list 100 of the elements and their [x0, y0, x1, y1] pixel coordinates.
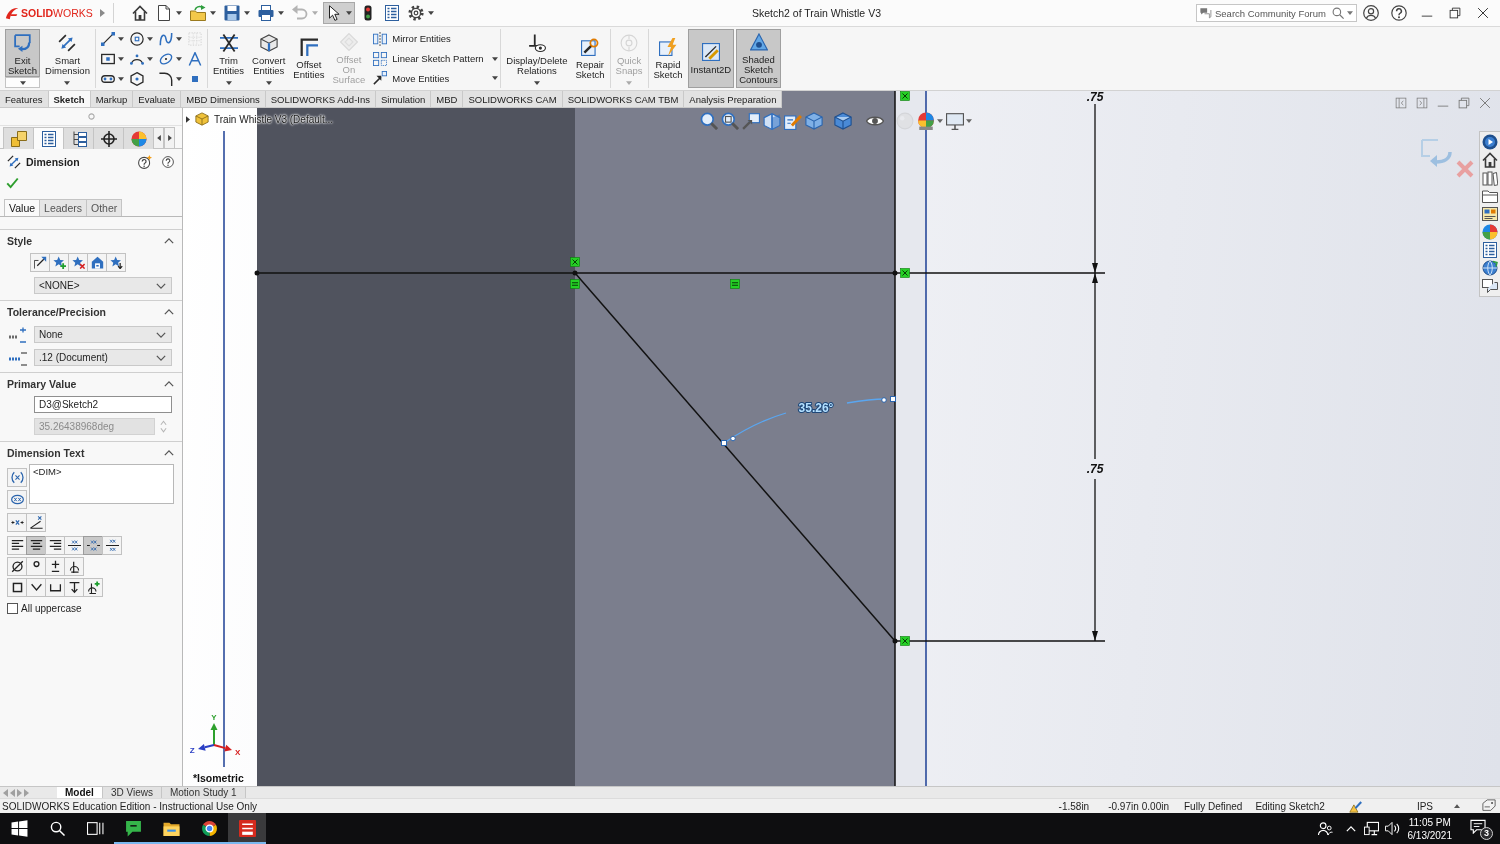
- people-icon[interactable]: [1317, 821, 1333, 836]
- ribbon-button[interactable]: Linear Sketch Pattern: [370, 50, 487, 67]
- style-dropdown[interactable]: <NONE>: [34, 277, 172, 294]
- folder-icon[interactable]: [1482, 188, 1498, 204]
- equal-marker-icon[interactable]: [730, 279, 740, 289]
- tool-button[interactable]: [26, 557, 46, 576]
- help-icon[interactable]: [162, 156, 174, 168]
- house-icon[interactable]: [1482, 152, 1498, 168]
- view-toolbar-button[interactable]: [700, 111, 718, 131]
- monitor-icon[interactable]: [1363, 821, 1379, 836]
- name-field[interactable]: D3@Sketch2: [34, 396, 172, 413]
- check-icon[interactable]: [6, 177, 19, 189]
- panel-tab[interactable]: Leaders: [39, 199, 88, 216]
- search-field[interactable]: Search Community Forum: [1196, 4, 1357, 22]
- ribbon-button[interactable]: Trim Entities: [209, 29, 248, 77]
- endpoint-icon[interactable]: [892, 270, 898, 276]
- relation-marker-icon[interactable]: [900, 91, 910, 101]
- tool-button[interactable]: [64, 557, 84, 576]
- tool-button[interactable]: [64, 578, 84, 597]
- tool-button[interactable]: [45, 557, 65, 576]
- chevron-up-icon[interactable]: [164, 309, 174, 315]
- tool-button[interactable]: [30, 253, 50, 272]
- view-toolbar-button[interactable]: [721, 111, 739, 131]
- scroll-left-button[interactable]: [153, 127, 164, 149]
- tool-button[interactable]: [83, 578, 103, 597]
- caret-down-icon[interactable]: [19, 80, 26, 85]
- tool-button[interactable]: [102, 536, 122, 555]
- equal-marker-icon[interactable]: [570, 279, 580, 289]
- tool-button[interactable]: [106, 253, 126, 272]
- tool-button[interactable]: [26, 536, 46, 555]
- clock-button[interactable]: 11:05 PM 6/13/2021: [1399, 813, 1460, 844]
- scroll-right-button[interactable]: [164, 127, 175, 149]
- ribbon-button[interactable]: Repair Sketch: [572, 29, 608, 88]
- panel-tab[interactable]: Other: [86, 199, 123, 216]
- tool-button[interactable]: [64, 536, 84, 555]
- ribbon-button[interactable]: Shaded Sketch Contours: [736, 29, 781, 88]
- ribbon-button[interactable]: Mirror Entities: [370, 30, 454, 47]
- tolerance-dropdown[interactable]: None: [34, 326, 172, 343]
- ribbon-button[interactable]: Offset Entities: [290, 29, 328, 88]
- text-area[interactable]: <DIM>: [29, 464, 174, 504]
- endpoint-icon[interactable]: [254, 270, 260, 276]
- drawing-sheet-icon[interactable]: [1482, 206, 1498, 222]
- endpoint-icon[interactable]: [892, 638, 898, 644]
- manager-tab[interactable]: [63, 127, 94, 149]
- manager-tab[interactable]: [93, 127, 124, 149]
- caret-right-icon[interactable]: [100, 9, 105, 17]
- manager-tab[interactable]: [33, 127, 64, 149]
- notification-button[interactable]: 3: [1460, 813, 1500, 844]
- help-sparkle-icon[interactable]: [138, 155, 152, 169]
- tool-button[interactable]: [26, 513, 46, 532]
- caret-down-icon[interactable]: [533, 80, 540, 85]
- precision-dropdown[interactable]: .12 (Document): [34, 349, 172, 366]
- ribbon-button[interactable]: Convert Entities: [249, 29, 289, 77]
- tag-icon[interactable]: [1482, 799, 1496, 813]
- relation-marker-icon[interactable]: [570, 257, 580, 267]
- ribbon-button[interactable]: Display/Delete Relations: [503, 29, 571, 77]
- ribbon-button[interactable]: Rapid Sketch: [650, 29, 686, 88]
- chat-icon[interactable]: [1482, 278, 1498, 294]
- ribbon-button[interactable]: Move Entities: [370, 70, 453, 87]
- toolbar-button[interactable]: [323, 2, 355, 24]
- restore-icon[interactable]: [1458, 97, 1470, 109]
- chevron-up-icon[interactable]: [164, 238, 174, 244]
- chevron-up-icon[interactable]: [164, 450, 174, 456]
- globe-arrow-icon[interactable]: [1482, 260, 1498, 276]
- view-toolbar-button[interactable]: [834, 111, 852, 131]
- dimension-line[interactable]: [1092, 103, 1098, 274]
- units-button[interactable]: IPS: [1413, 799, 1436, 813]
- ribbon-button[interactable]: Smart Dimension: [42, 29, 93, 77]
- tool-button[interactable]: [45, 536, 65, 555]
- tool-button[interactable]: [7, 578, 27, 597]
- view-toolbar-button[interactable]: [917, 111, 943, 131]
- relation-marker-icon[interactable]: [900, 268, 910, 278]
- checkbox[interactable]: [7, 603, 18, 614]
- ribbon-button[interactable]: Instant2D: [687, 29, 735, 88]
- caret-down-icon[interactable]: [64, 80, 71, 85]
- color-ball-icon[interactable]: [1482, 224, 1498, 240]
- pencil-warning-icon[interactable]: [1348, 799, 1362, 813]
- caret-down-icon[interactable]: [492, 56, 499, 61]
- sketch-line[interactable]: [894, 640, 1106, 642]
- relation-marker-icon[interactable]: [900, 636, 910, 646]
- speaker-icon[interactable]: [1384, 821, 1400, 836]
- panel-tab[interactable]: Value: [4, 199, 41, 216]
- dimension-value[interactable]: .75: [1086, 462, 1104, 476]
- globe-play-icon[interactable]: [1482, 134, 1498, 150]
- dimension-value[interactable]: .75: [1086, 91, 1104, 104]
- view-toolbar-button[interactable]: [742, 111, 760, 131]
- tool-button[interactable]: [26, 578, 46, 597]
- view-toolbar-button[interactable]: [946, 111, 972, 131]
- chevron-up-icon[interactable]: [164, 381, 174, 387]
- books-icon[interactable]: [1482, 170, 1498, 186]
- taskbar-button[interactable]: [228, 813, 266, 844]
- view-toolbar-button[interactable]: [763, 111, 781, 131]
- caret-up-icon[interactable]: [1454, 804, 1460, 808]
- list-icon[interactable]: [1482, 242, 1498, 258]
- command-tab[interactable]: Sketch: [48, 91, 91, 107]
- close-icon[interactable]: [1479, 97, 1491, 109]
- ribbon-button[interactable]: Exit Sketch: [5, 29, 41, 77]
- caret-down-icon[interactable]: [492, 76, 499, 81]
- caret-down-icon[interactable]: [225, 80, 232, 85]
- tool-button[interactable]: [7, 557, 27, 576]
